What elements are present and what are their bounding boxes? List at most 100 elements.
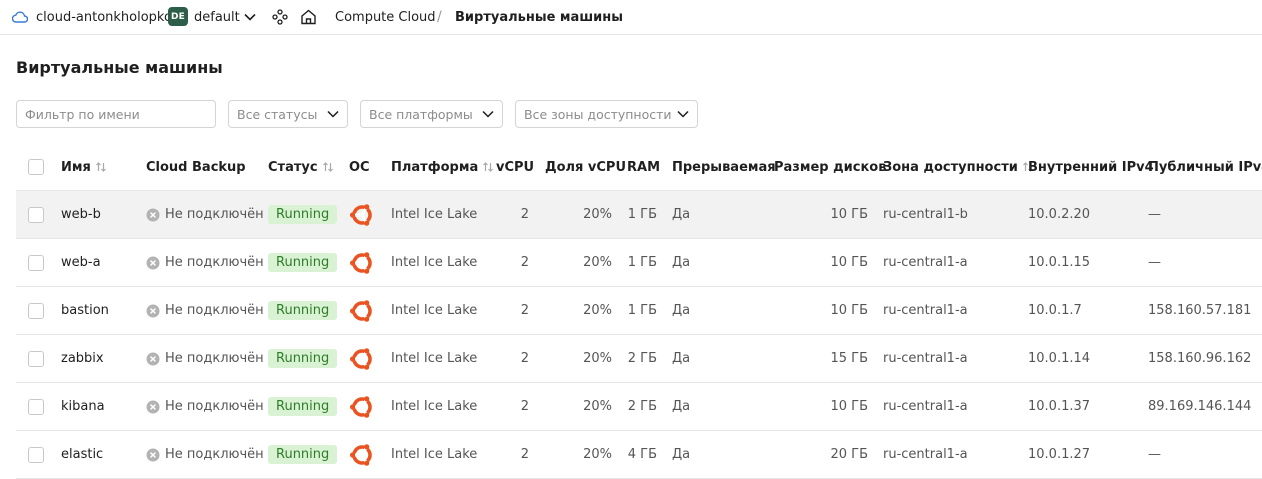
vm-name[interactable]: web-a bbox=[61, 239, 101, 286]
row-select-cell bbox=[28, 191, 44, 238]
header-os: ОС bbox=[349, 159, 370, 175]
backup-status-label: Не подключён bbox=[165, 255, 264, 270]
breadcrumb-current: Виртуальные машины bbox=[455, 9, 623, 25]
not-connected-icon bbox=[146, 352, 160, 366]
header-name[interactable]: Имя bbox=[61, 144, 107, 190]
table-row[interactable]: web-b Не подключён Running Intel Ice Lak… bbox=[16, 191, 1262, 239]
vcpu-share-cell: 20% bbox=[583, 351, 612, 366]
disk-size-cell: 10 ГБ bbox=[830, 207, 868, 222]
backup-status: Не подключён bbox=[146, 383, 264, 430]
vm-name[interactable]: kibana bbox=[61, 383, 105, 430]
sort-icon[interactable] bbox=[322, 161, 334, 173]
row-checkbox[interactable] bbox=[28, 206, 44, 223]
platform-cell: Intel Ice Lake bbox=[391, 399, 478, 414]
platform-filter-select[interactable]: Все платформы bbox=[360, 100, 503, 128]
ubuntu-icon bbox=[350, 347, 372, 370]
vm-name[interactable]: bastion bbox=[61, 287, 109, 334]
vcpu-cell: 2 bbox=[520, 303, 529, 318]
table-row[interactable]: zabbix Не подключён Running Intel Ice La… bbox=[16, 335, 1262, 383]
header-name-label: Имя bbox=[61, 159, 91, 175]
row-select-cell bbox=[28, 431, 44, 478]
table-row[interactable]: web-a Не подключён Running Intel Ice Lak… bbox=[16, 239, 1262, 287]
row-checkbox[interactable] bbox=[28, 302, 44, 319]
row-select-cell bbox=[28, 383, 44, 430]
header-status[interactable]: Статус bbox=[268, 144, 334, 190]
chevron-down-icon[interactable] bbox=[244, 0, 258, 34]
vcpu-cell: 2 bbox=[520, 255, 529, 270]
os-cell bbox=[349, 383, 375, 430]
not-connected-icon bbox=[146, 304, 160, 318]
header-vcpu-share: Доля vCPU bbox=[545, 159, 627, 175]
breadcrumb-service[interactable]: Compute Cloud bbox=[335, 0, 436, 34]
row-checkbox[interactable] bbox=[28, 350, 44, 367]
sort-icon[interactable] bbox=[482, 161, 494, 173]
vm-name[interactable]: web-b bbox=[61, 191, 101, 238]
internal-ipv4-cell: 10.0.1.15 bbox=[1028, 255, 1091, 270]
table-row[interactable]: bastion Не подключён Running Intel Ice L… bbox=[16, 287, 1262, 335]
cloud-name[interactable]: cloud-antonkholopko bbox=[36, 0, 172, 34]
backup-status: Не подключён bbox=[146, 431, 264, 478]
row-checkbox[interactable] bbox=[28, 398, 44, 415]
page-title: Виртуальные машины bbox=[16, 58, 223, 77]
internal-ipv4-cell: 10.0.1.7 bbox=[1028, 303, 1082, 318]
select-all-cell bbox=[28, 144, 44, 190]
vcpu-share-cell: 20% bbox=[583, 255, 612, 270]
folder-name[interactable]: default bbox=[194, 0, 240, 34]
row-checkbox[interactable] bbox=[28, 446, 44, 463]
vcpu-share-cell: 20% bbox=[583, 399, 612, 414]
platform-cell: Intel Ice Lake bbox=[391, 207, 478, 222]
ubuntu-icon bbox=[350, 443, 372, 466]
internal-ipv4-cell: 10.0.1.37 bbox=[1028, 399, 1091, 414]
vm-name[interactable]: elastic bbox=[61, 431, 103, 478]
disk-size-cell: 10 ГБ bbox=[830, 303, 868, 318]
status-filter-value: Все статусы bbox=[237, 106, 318, 122]
os-cell bbox=[349, 191, 375, 238]
backup-status-label: Не подключён bbox=[165, 447, 264, 462]
header-disk-size: Размер дисков bbox=[774, 159, 887, 175]
row-select-cell bbox=[28, 239, 44, 286]
header-vcpu: vCPU bbox=[496, 159, 535, 175]
row-checkbox[interactable] bbox=[28, 254, 44, 271]
internal-ipv4-cell: 10.0.2.20 bbox=[1028, 207, 1091, 222]
name-filter-input[interactable]: Фильтр по имени bbox=[16, 100, 216, 128]
header-zone[interactable]: Зона доступности bbox=[883, 144, 1034, 190]
vcpu-share-cell: 20% bbox=[583, 207, 612, 222]
services-icon[interactable] bbox=[272, 0, 288, 34]
status-badge: Running bbox=[268, 205, 338, 224]
zone-cell: ru-central1-a bbox=[883, 351, 968, 366]
os-cell bbox=[349, 431, 375, 478]
os-cell bbox=[349, 335, 375, 382]
status-cell: Running bbox=[268, 431, 338, 478]
status-badge: Running bbox=[268, 301, 338, 320]
header-platform-label: Платформа bbox=[391, 159, 479, 175]
header-ram: RAM bbox=[627, 159, 661, 175]
platform-filter-value: Все платформы bbox=[369, 106, 473, 122]
status-filter-select[interactable]: Все статусы bbox=[228, 100, 348, 128]
table-row[interactable]: kibana Не подключён Running Intel Ice La… bbox=[16, 383, 1262, 431]
sort-icon[interactable] bbox=[95, 161, 107, 173]
home-icon[interactable] bbox=[300, 0, 318, 34]
preemptible-cell: Да bbox=[672, 351, 691, 366]
vm-table: Имя Cloud Backup Статус ОС Платформа vCP… bbox=[16, 144, 1262, 479]
table-row[interactable]: elastic Не подключён Running Intel Ice L… bbox=[16, 431, 1262, 479]
breadcrumb-separator: / bbox=[437, 9, 442, 25]
zone-filter-value: Все зоны доступности bbox=[524, 106, 672, 122]
vcpu-cell: 2 bbox=[520, 399, 529, 414]
preemptible-cell: Да bbox=[672, 303, 691, 318]
backup-status: Не подключён bbox=[146, 191, 264, 238]
disk-size-cell: 20 ГБ bbox=[830, 447, 868, 462]
vcpu-share-cell: 20% bbox=[583, 303, 612, 318]
preemptible-cell: Да bbox=[672, 207, 691, 222]
status-cell: Running bbox=[268, 191, 338, 238]
header-backup: Cloud Backup bbox=[146, 159, 246, 175]
disk-size-cell: 15 ГБ bbox=[830, 351, 868, 366]
vm-name[interactable]: zabbix bbox=[61, 335, 104, 382]
platform-cell: Intel Ice Lake bbox=[391, 303, 478, 318]
select-all-checkbox[interactable] bbox=[28, 159, 44, 175]
zone-cell: ru-central1-a bbox=[883, 447, 968, 462]
preemptible-cell: Да bbox=[672, 255, 691, 270]
zone-filter-select[interactable]: Все зоны доступности bbox=[515, 100, 698, 128]
zone-cell: ru-central1-a bbox=[883, 303, 968, 318]
header-platform[interactable]: Платформа bbox=[391, 144, 494, 190]
header-zone-label: Зона доступности bbox=[883, 159, 1018, 175]
